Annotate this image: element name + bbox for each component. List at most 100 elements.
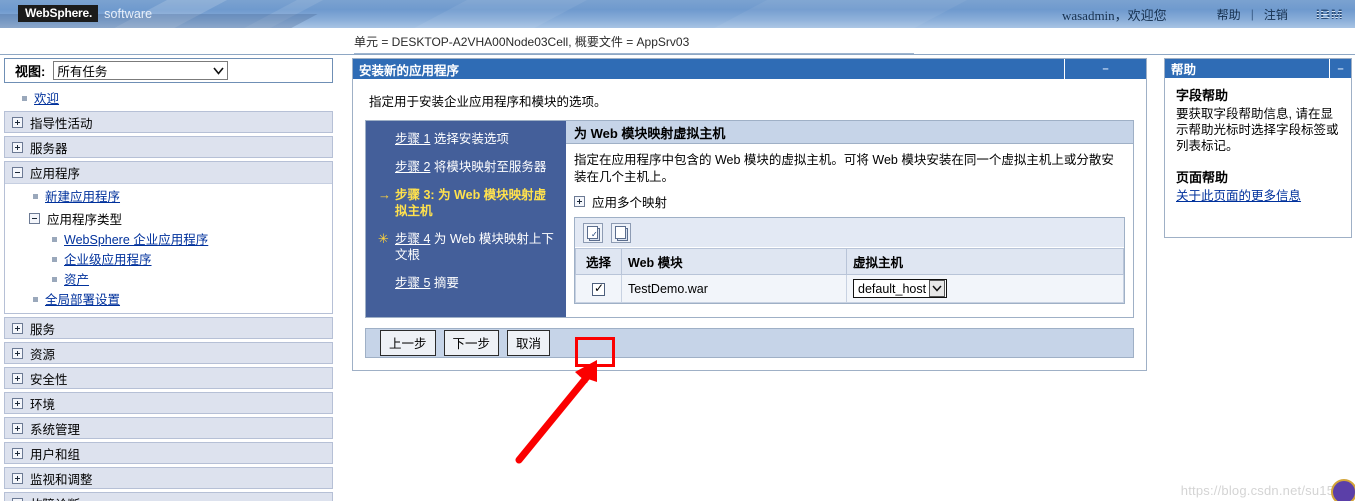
- bullet-icon: [22, 96, 27, 102]
- chevron-down-icon: [929, 280, 946, 297]
- sidebar-item-business-level-applications[interactable]: 企业级应用程序: [5, 250, 332, 270]
- expand-plus-icon: [12, 472, 23, 484]
- wizard-button-bar: 上一步 下一步 取消: [365, 328, 1134, 358]
- web-module-table-box: ✓ 选择 Web 模块 虚拟主机 ✓ TestDemo.war default_…: [574, 217, 1125, 304]
- sidebar-group-users-and-groups[interactable]: 用户和组: [4, 442, 333, 464]
- row-select-cell: [575, 274, 622, 303]
- sidebar-subgroup-application-types[interactable]: 应用程序类型: [5, 207, 332, 230]
- field-help-heading: 字段帮助: [1176, 88, 1229, 103]
- banner-right-area: wasadmin，欢迎您 帮助 | 注销 IBM: [1062, 0, 1347, 28]
- row-virtual-host-cell: default_host: [846, 274, 1124, 303]
- virtual-host-select-value: default_host: [858, 281, 927, 296]
- sidebar-item-new-application-label: 新建应用程序: [45, 190, 121, 204]
- bullet-icon: [33, 194, 38, 200]
- sidebar-group-system-administration[interactable]: 系统管理: [4, 417, 333, 439]
- check-mark-icon: ✓: [591, 229, 598, 239]
- watermark-badge-icon: [1331, 479, 1355, 501]
- sidebar-item-label: WebSphere 企业应用程序: [64, 233, 209, 247]
- step-text: 摘要: [430, 276, 459, 290]
- expand-plus-icon: [12, 372, 23, 384]
- wizard-step-2[interactable]: 步骤 2 将模块映射至服务器: [378, 159, 558, 175]
- sidebar-group-resources[interactable]: 资源: [4, 342, 333, 364]
- help-panel-title-bar: 帮助 –: [1165, 59, 1351, 78]
- column-header-virtual-host: 虚拟主机: [846, 248, 1124, 275]
- column-header-web-module: Web 模块: [621, 248, 847, 275]
- sidebar-group-label: 故障诊断: [30, 494, 80, 501]
- wizard-step-4[interactable]: ✳ 步骤 4 为 Web 模块映射上下文根: [378, 231, 558, 263]
- sidebar-item-websphere-enterprise-applications[interactable]: WebSphere 企业应用程序: [5, 230, 332, 250]
- virtual-host-select[interactable]: default_host: [853, 279, 948, 298]
- sidebar-group-monitoring-and-tuning[interactable]: 监视和调整: [4, 467, 333, 489]
- bullet-icon: [52, 237, 57, 243]
- deselect-all-icon[interactable]: [611, 222, 631, 243]
- row-select-checkbox[interactable]: [592, 281, 605, 296]
- view-select[interactable]: 所有任务: [53, 61, 229, 80]
- wizard-step-1[interactable]: 步骤 1 选择安装选项: [378, 131, 558, 147]
- panel-intro-text: 指定用于安装企业应用程序和模块的选项。: [369, 95, 607, 109]
- wizard-step-3-text: 步骤 3: 为 Web 模块映射虚拟主机: [395, 187, 558, 219]
- bullet-icon: [52, 277, 57, 283]
- row-web-module-cell: TestDemo.war: [621, 274, 847, 303]
- cancel-button[interactable]: 取消: [507, 330, 551, 356]
- bullet-icon: [33, 297, 38, 303]
- main-layout: 视图: 所有任务 欢迎 指导性活动 服务器 应用程序 新建应用程序 应用程序类型…: [0, 55, 1355, 501]
- web-module-table: 选择 Web 模块 虚拟主机 TestDemo: [575, 248, 1124, 303]
- logout-link[interactable]: 注销: [1254, 6, 1298, 23]
- banner-streak: [635, 0, 1005, 28]
- sidebar-item-label: 全局部署设置: [45, 293, 121, 307]
- select-all-icon[interactable]: ✓: [583, 222, 603, 243]
- wizard-content: 为 Web 模块映射虚拟主机 指定在应用程序中包含的 Web 模块的虚拟主机。可…: [566, 121, 1133, 317]
- sidebar-group-label: 服务器: [30, 141, 68, 156]
- sidebar-group-guided-activities[interactable]: 指导性活动: [4, 111, 333, 133]
- sidebar-group-applications[interactable]: 应用程序: [5, 162, 332, 184]
- sidebar-group-troubleshooting[interactable]: 故障诊断: [4, 492, 333, 501]
- panel-title-bar: 安装新的应用程序 ? –: [353, 59, 1146, 79]
- expand-plus-icon: [12, 322, 23, 334]
- help-link[interactable]: 帮助: [1207, 6, 1251, 23]
- wizard-step-5[interactable]: 步骤 5 摘要: [378, 275, 558, 291]
- sidebar-item-new-application[interactable]: 新建应用程序: [5, 187, 332, 207]
- help-panel: 帮助 – 字段帮助 要获取字段帮助信息, 请在显示帮助光标时选择字段标签或列表标…: [1164, 58, 1352, 238]
- sidebar-group-label: 系统管理: [30, 422, 81, 437]
- sidebar-group-label: 监视和调整: [30, 472, 93, 487]
- wizard-step-1-text: 步骤 1 选择安装选项: [395, 131, 509, 147]
- expand-plus-icon: [12, 422, 23, 434]
- sidebar-group-environment[interactable]: 环境: [4, 392, 333, 414]
- watermark-text: https://blog.csdn.net/su1573: [1180, 483, 1349, 498]
- expand-plus-icon: [12, 497, 23, 501]
- sidebar-item-welcome[interactable]: 欢迎: [4, 83, 333, 111]
- step-prefix: 步骤 4: [395, 232, 431, 246]
- panel-body: 指定用于安装企业应用程序和模块的选项。 步骤 1 选择安装选项 步骤 2 将模块…: [353, 79, 1146, 358]
- wizard-step-5-text: 步骤 5 摘要: [395, 275, 459, 291]
- step-text: 选择安装选项: [430, 132, 509, 146]
- expand-plus-icon: [12, 447, 23, 459]
- panel-minimize-icon[interactable]: –: [1064, 59, 1146, 79]
- cell-profile-info: 单元 = DESKTOP-A2VHA00Node03Cell, 概要文件 = A…: [354, 35, 690, 49]
- sidebar-item-global-deployment-settings[interactable]: 全局部署设置: [5, 290, 332, 310]
- websphere-logo-text: WebSphere.: [18, 5, 99, 22]
- cell-info-underline: [354, 53, 914, 54]
- sidebar-group-servers[interactable]: 服务器: [4, 136, 333, 158]
- wizard-step-3-current[interactable]: → 步骤 3: 为 Web 模块映射虚拟主机: [378, 187, 558, 219]
- expand-plus-icon: [12, 116, 23, 128]
- wizard-container: 步骤 1 选择安装选项 步骤 2 将模块映射至服务器 → 步骤 3: 为 Web…: [365, 120, 1134, 318]
- page-help-link[interactable]: 关于此页面的更多信息: [1176, 189, 1301, 203]
- sidebar-group-services[interactable]: 服务: [4, 317, 333, 339]
- sidebar-group-label: 环境: [30, 397, 56, 412]
- panel-title-label: 安装新的应用程序: [359, 63, 460, 78]
- wizard-steps-list: 步骤 1 选择安装选项 步骤 2 将模块映射至服务器 → 步骤 3: 为 Web…: [366, 121, 566, 317]
- sidebar-group-label: 用户和组: [30, 447, 81, 462]
- help-panel-minimize-icon[interactable]: –: [1329, 59, 1351, 78]
- collapse-minus-icon: [29, 213, 40, 224]
- sidebar-group-label: 应用程序: [30, 167, 81, 181]
- apply-multiple-mappings-toggle[interactable]: 应用多个映射: [566, 188, 1133, 217]
- sidebar-item-assets[interactable]: 资产: [5, 270, 332, 290]
- previous-button[interactable]: 上一步: [380, 330, 436, 356]
- sidebar-group-security[interactable]: 安全性: [4, 367, 333, 389]
- expand-plus-icon: [12, 397, 23, 409]
- websphere-logo-subtext: software: [104, 6, 153, 21]
- apply-multiple-mappings-label: 应用多个映射: [592, 196, 668, 210]
- next-button[interactable]: 下一步: [443, 330, 500, 356]
- sidebar-item-welcome-label: 欢迎: [34, 92, 60, 106]
- sheet-front: [615, 225, 626, 239]
